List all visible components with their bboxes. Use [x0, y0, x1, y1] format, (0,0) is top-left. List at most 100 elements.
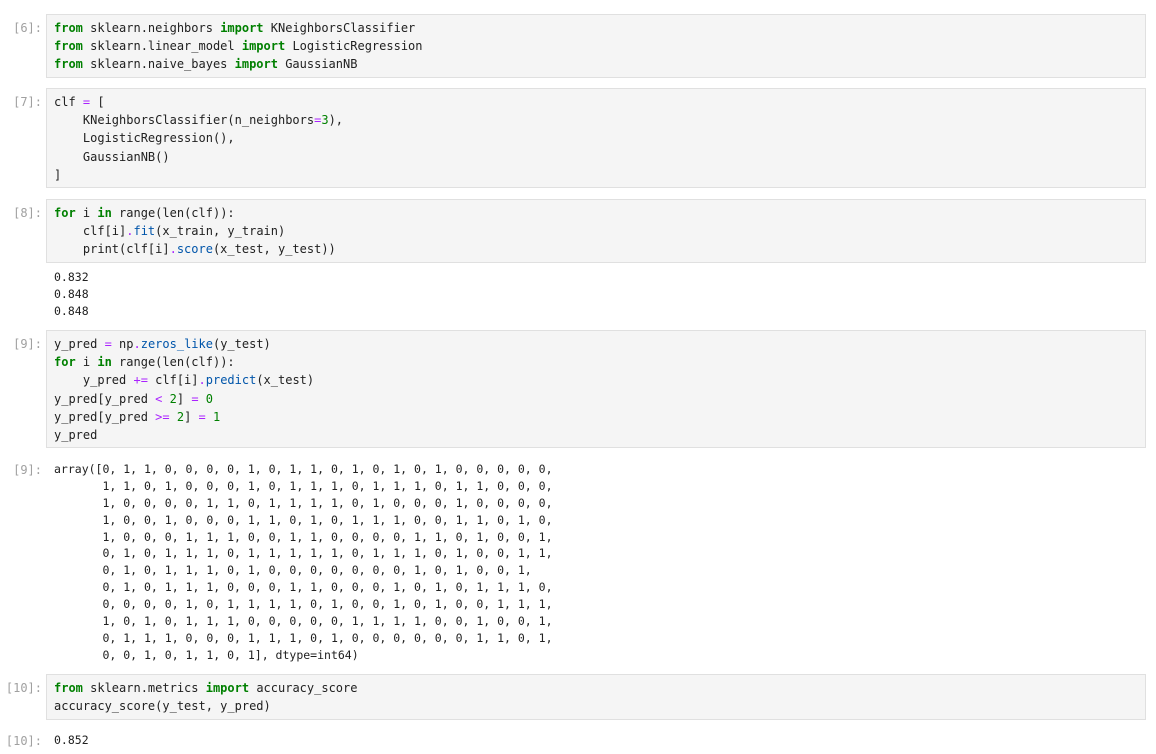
input-prompt: [6]: [13, 21, 42, 35]
output-line: 1, 0, 0, 0, 0, 1, 1, 0, 1, 1, 1, 1, 0, 1… [54, 495, 553, 510]
code-line: from sklearn.metrics import accuracy_sco… [54, 679, 357, 697]
code-token: sklearn.metrics [82, 681, 206, 695]
code-block: clf = [ KNeighborsClassifier(n_neighbors… [54, 93, 343, 184]
code-line: y_pred [54, 426, 314, 444]
code-token: accuracy_score(y_test, y_pred) [54, 699, 271, 714]
code-line: clf[i].fit(x_train, y_train) [54, 222, 336, 240]
code-token: range(len(clf)): [111, 206, 235, 220]
code-token: for [54, 355, 76, 370]
code-token: KNeighborsClassifier(n_neighbors [54, 113, 315, 128]
code-token: for [54, 206, 76, 220]
cell-output: 0.832 0.848 0.848 [54, 269, 89, 320]
code-line: y_pred = np.zeros_like(y_test) [54, 335, 314, 353]
code-token: import [220, 21, 264, 35]
code-line: clf = [ [54, 93, 343, 111]
code-token: 3 [321, 113, 329, 128]
code-token: = [191, 391, 199, 406]
code-token: from [54, 681, 83, 695]
output-line: 1, 0, 0, 0, 1, 1, 1, 0, 0, 1, 1, 0, 0, 0… [54, 529, 553, 544]
code-token: 2 [176, 409, 185, 424]
code-line: from sklearn.neighbors import KNeighbors… [54, 19, 423, 37]
code-token: += [133, 373, 148, 388]
code-line: y_pred[y_pred >= 2] = 1 [54, 408, 314, 426]
code-input-area[interactable]: y_pred = np.zeros_like(y_test) for i in r… [46, 330, 1146, 448]
cell-output: array([0, 1, 1, 0, 0, 0, 0, 1, 0, 1, 1, … [54, 461, 553, 664]
code-token: (y_test) [212, 337, 271, 351]
code-line: from sklearn.linear_model import Logisti… [54, 37, 423, 55]
input-prompt: [10]: [5, 681, 42, 695]
code-block: for i in range(len(clf)): clf[i].fit(x_t… [54, 204, 336, 259]
code-token: y_pred [54, 373, 134, 388]
output-line: 0.848 [54, 286, 89, 301]
code-token: (x_test) [256, 373, 315, 388]
code-token: sklearn.linear_model [82, 39, 242, 54]
code-line: GaussianNB() [54, 148, 343, 166]
code-token: 1 [213, 409, 221, 424]
code-line: for i in range(len(clf)): [54, 204, 336, 222]
code-token: 2 [169, 391, 177, 406]
code-token: accuracy_score [249, 681, 358, 695]
code-token: (x_test, y_test)) [212, 242, 336, 257]
code-token: (x_train, y_train) [155, 224, 286, 239]
code-token: fit [133, 224, 156, 239]
code-token: clf[i] [54, 224, 127, 239]
code-line: from sklearn.naive_bayes import Gaussian… [54, 55, 423, 73]
code-token: [ [90, 95, 105, 109]
code-block: from sklearn.metrics import accuracy_sco… [54, 679, 357, 715]
code-line: accuracy_score(y_test, y_pred) [54, 697, 357, 715]
code-line: LogisticRegression(), [54, 129, 343, 147]
output-line: 0, 1, 0, 1, 1, 1, 0, 1, 1, 1, 1, 1, 0, 1… [54, 546, 553, 561]
code-token: predict [205, 373, 257, 388]
input-prompt: [8]: [13, 206, 42, 220]
code-line: print(clf[i].score(x_test, y_test)) [54, 240, 336, 258]
code-input-area[interactable]: clf = [ KNeighborsClassifier(n_neighbors… [46, 88, 1146, 188]
code-token: in [97, 206, 112, 220]
code-token: clf[i] [147, 373, 199, 388]
output-line: 0, 0, 0, 0, 1, 0, 1, 1, 1, 1, 0, 1, 0, 0… [54, 597, 553, 612]
code-token: ] [54, 167, 62, 182]
input-prompt: [7]: [13, 95, 42, 109]
output-line: 0, 1, 0, 1, 1, 1, 0, 1, 0, 0, 0, 0, 0, 0… [54, 563, 532, 578]
code-token: = [198, 409, 206, 424]
code-token: . [198, 373, 206, 388]
code-line: y_pred[y_pred < 2] = 0 [54, 390, 314, 408]
output-line: 1, 0, 0, 1, 0, 0, 0, 1, 1, 0, 1, 0, 1, 1… [54, 512, 553, 527]
code-block: from sklearn.neighbors import KNeighbors… [54, 19, 423, 74]
code-token: from [54, 57, 83, 72]
code-token: LogisticRegression(), [54, 131, 235, 146]
code-block: y_pred = np.zeros_like(y_test) for i in r… [54, 335, 314, 444]
code-token: . [133, 337, 141, 351]
output-line: 1, 1, 0, 1, 0, 0, 0, 1, 0, 1, 1, 1, 0, 1… [54, 478, 553, 493]
code-token: GaussianNB [277, 57, 358, 72]
input-prompt: [9]: [13, 337, 42, 351]
code-line: KNeighborsClassifier(n_neighbors=3), [54, 111, 343, 129]
code-token: = [104, 337, 112, 351]
code-token: from [54, 39, 83, 54]
output-line: 0.852 [54, 733, 89, 747]
code-token: i [75, 355, 98, 370]
code-input-area[interactable]: from sklearn.neighbors import KNeighbors… [46, 14, 1146, 78]
code-token: i [75, 206, 98, 220]
code-token: y_pred [54, 427, 98, 442]
output-prompt: [9]: [13, 463, 42, 477]
code-token: ), [328, 113, 344, 128]
output-line: 0, 0, 1, 0, 1, 1, 0, 1], dtype=int64) [54, 647, 359, 662]
output-line: 0, 1, 1, 1, 0, 0, 0, 1, 1, 1, 0, 1, 0, 0… [54, 630, 553, 645]
code-input-area[interactable]: for i in range(len(clf)): clf[i].fit(x_t… [46, 199, 1146, 263]
code-input-area[interactable]: from sklearn.metrics import accuracy_sco… [46, 674, 1146, 720]
code-token: import [205, 681, 250, 695]
cell-output: 0.852 [54, 732, 89, 749]
code-token: sklearn.naive_bayes [82, 57, 235, 72]
code-token: from [54, 21, 83, 35]
code-token: y_pred[y_pred [54, 409, 156, 424]
output-line: array([0, 1, 1, 0, 0, 0, 0, 1, 0, 1, 1, … [54, 462, 553, 476]
code-token: clf [54, 95, 83, 109]
output-line: 1, 0, 1, 0, 1, 1, 1, 0, 0, 0, 0, 0, 1, 1… [54, 614, 553, 629]
code-token: zeros_like [140, 337, 213, 351]
code-line: y_pred += clf[i].predict(x_test) [54, 371, 314, 389]
code-token: y_pred[y_pred [54, 391, 156, 406]
output-line: 0, 1, 0, 1, 1, 1, 0, 0, 0, 1, 1, 0, 0, 0… [54, 580, 553, 595]
